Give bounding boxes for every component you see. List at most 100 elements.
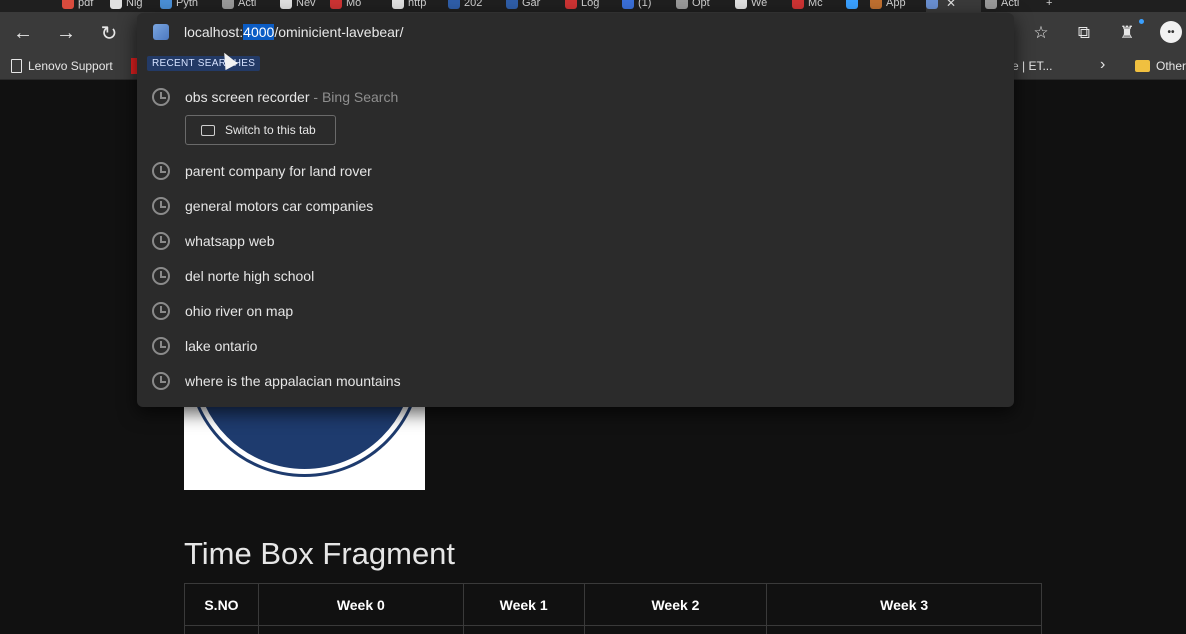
- column-header: Week 0: [257, 583, 464, 626]
- browser-tab[interactable]: Mo: [330, 0, 376, 12]
- tab-title: Acti: [1001, 0, 1020, 9]
- tab-favicon-icon: [392, 0, 404, 9]
- favorite-other-folder[interactable]: Other: [1135, 57, 1186, 75]
- refresh-icon: ↻: [100, 22, 118, 45]
- tab-favicon-icon: [735, 0, 747, 9]
- site-favicon-icon: [153, 24, 169, 40]
- suggestion-text: whatsapp web: [185, 233, 275, 249]
- suggestion-query: ohio river on map: [185, 302, 294, 319]
- switch-to-tab-button[interactable]: Switch to this tab: [185, 115, 336, 145]
- folder-icon: [1135, 60, 1150, 72]
- address-suffix: /ominicient-lavebear/: [274, 24, 404, 40]
- search-suggestion[interactable]: parent company for land rover: [137, 153, 1014, 188]
- suggestion-text: del norte high school: [185, 268, 314, 284]
- browser-tab[interactable]: Acti: [222, 0, 268, 12]
- suggestion-text: ohio river on map: [185, 303, 293, 319]
- extension-icon: ♜: [1119, 23, 1135, 42]
- profile-avatar[interactable]: ••: [1160, 21, 1182, 43]
- close-tab-icon[interactable]: ✕: [946, 0, 956, 10]
- tab-title: Opt: [692, 0, 710, 9]
- new-tab-button[interactable]: +: [1046, 0, 1052, 12]
- history-clock-icon: [152, 336, 170, 355]
- tab-favicon-icon: [622, 0, 634, 9]
- tab-title: App: [886, 0, 906, 9]
- browser-tab[interactable]: ✕: [926, 0, 981, 12]
- browser-tab[interactable]: Pyth: [160, 0, 206, 12]
- column-header: S.NO: [184, 583, 259, 626]
- browser-tab[interactable]: pdf: [62, 0, 108, 12]
- table-cell: [766, 625, 1042, 634]
- search-suggestion[interactable]: lake ontario: [137, 328, 1014, 363]
- tab-favicon-icon: [870, 0, 882, 9]
- recent-searches-label: RECENT SEARCHES: [147, 56, 261, 71]
- logo-emblem: [190, 405, 419, 474]
- tab-title: Acti: [238, 0, 257, 9]
- table-row: [184, 625, 1042, 634]
- browser-tab[interactable]: We: [735, 0, 781, 12]
- tab-strip: pdf Nig Pyth Acti Nev Mo http 202 Gar Log (1) Opt We…: [0, 0, 1186, 12]
- history-clock-icon: [152, 266, 170, 285]
- back-arrow-icon: ←: [13, 21, 33, 44]
- page-title: Time Box Fragment: [184, 536, 456, 571]
- browser-tab[interactable]: Gar: [506, 0, 552, 12]
- address-prefix: localhost:: [184, 24, 244, 40]
- plus-icon: +: [1046, 0, 1053, 9]
- tab-favicon-icon: [792, 0, 804, 9]
- column-header: Week 1: [462, 583, 585, 626]
- search-suggestion[interactable]: whatsapp web: [137, 223, 1014, 258]
- search-suggestion[interactable]: obs screen recorder - Bing Search: [137, 79, 1014, 114]
- tab-title: Nev: [296, 0, 316, 9]
- extensions-button[interactable]: ♜: [1114, 20, 1140, 46]
- favorite-label: Lenovo Support: [28, 59, 113, 73]
- favorite-label: e | ET...: [1012, 59, 1053, 73]
- browser-tab[interactable]: Nev: [280, 0, 326, 12]
- tab-title: 202: [464, 0, 483, 9]
- tab-favicon-icon: [110, 0, 122, 9]
- forward-button[interactable]: →: [53, 20, 79, 46]
- collections-icon: ⧉: [1077, 23, 1091, 42]
- browser-tab[interactable]: Opt: [676, 0, 722, 12]
- history-clock-icon: [152, 301, 170, 320]
- search-suggestion[interactable]: general motors car companies: [137, 188, 1014, 223]
- tab-title: http: [408, 0, 427, 9]
- table-cell: [583, 625, 768, 634]
- browser-tab[interactable]: (1): [622, 0, 668, 12]
- star-list-icon: ☆: [1033, 23, 1049, 42]
- collections-button[interactable]: ⧉: [1071, 20, 1097, 46]
- address-bar-dropdown: localhost:4000/ominicient-lavebear/ RECE…: [137, 13, 1014, 407]
- tab-title: Mo: [346, 0, 362, 9]
- search-suggestion[interactable]: ohio river on map: [137, 293, 1014, 328]
- browser-tab[interactable]: http: [392, 0, 438, 12]
- time-box-table: S.NO Week 0 Week 1 Week 2 Week 3: [184, 583, 1042, 634]
- suggestion-query: whatsapp web: [185, 232, 275, 249]
- tab-title: Gar: [522, 0, 541, 9]
- tab-title: pdf: [78, 0, 94, 9]
- suggestion-text: general motors car companies: [185, 198, 373, 214]
- favorite-lenovo-support[interactable]: Lenovo Support: [11, 57, 113, 75]
- browser-tab[interactable]: Log: [565, 0, 611, 12]
- tab-favicon-icon: [280, 0, 292, 9]
- address-input[interactable]: localhost:4000/ominicient-lavebear/: [184, 24, 403, 40]
- forward-arrow-icon: →: [56, 21, 76, 44]
- tab-title: We: [751, 0, 768, 9]
- refresh-button[interactable]: ↻: [96, 20, 122, 46]
- browser-tab[interactable]: 202: [448, 0, 494, 12]
- search-suggestion[interactable]: del norte high school: [137, 258, 1014, 293]
- suggestion-query: where is the appalacian mountains: [185, 372, 401, 389]
- search-suggestion[interactable]: where is the appalacian mountains: [137, 363, 1014, 398]
- history-clock-icon: [152, 161, 170, 180]
- browser-tab[interactable]: Acti: [985, 0, 1031, 12]
- browser-tab[interactable]: Mc: [792, 0, 838, 12]
- favorite-label: Other: [1156, 59, 1186, 73]
- browser-tab[interactable]: App: [870, 0, 916, 12]
- browser-tab[interactable]: Nig: [110, 0, 156, 12]
- column-header: Week 2: [583, 583, 768, 626]
- history-clock-icon: [152, 87, 170, 106]
- page-icon: [11, 59, 22, 73]
- back-button[interactable]: ←: [10, 20, 36, 46]
- suggestion-query: obs screen recorder: [185, 88, 310, 105]
- tab-icon: [201, 124, 215, 136]
- favorite-et[interactable]: e | ET...: [1012, 57, 1052, 75]
- favorites-button[interactable]: ☆: [1028, 20, 1054, 46]
- chevron-right-icon[interactable]: ›: [1100, 56, 1105, 74]
